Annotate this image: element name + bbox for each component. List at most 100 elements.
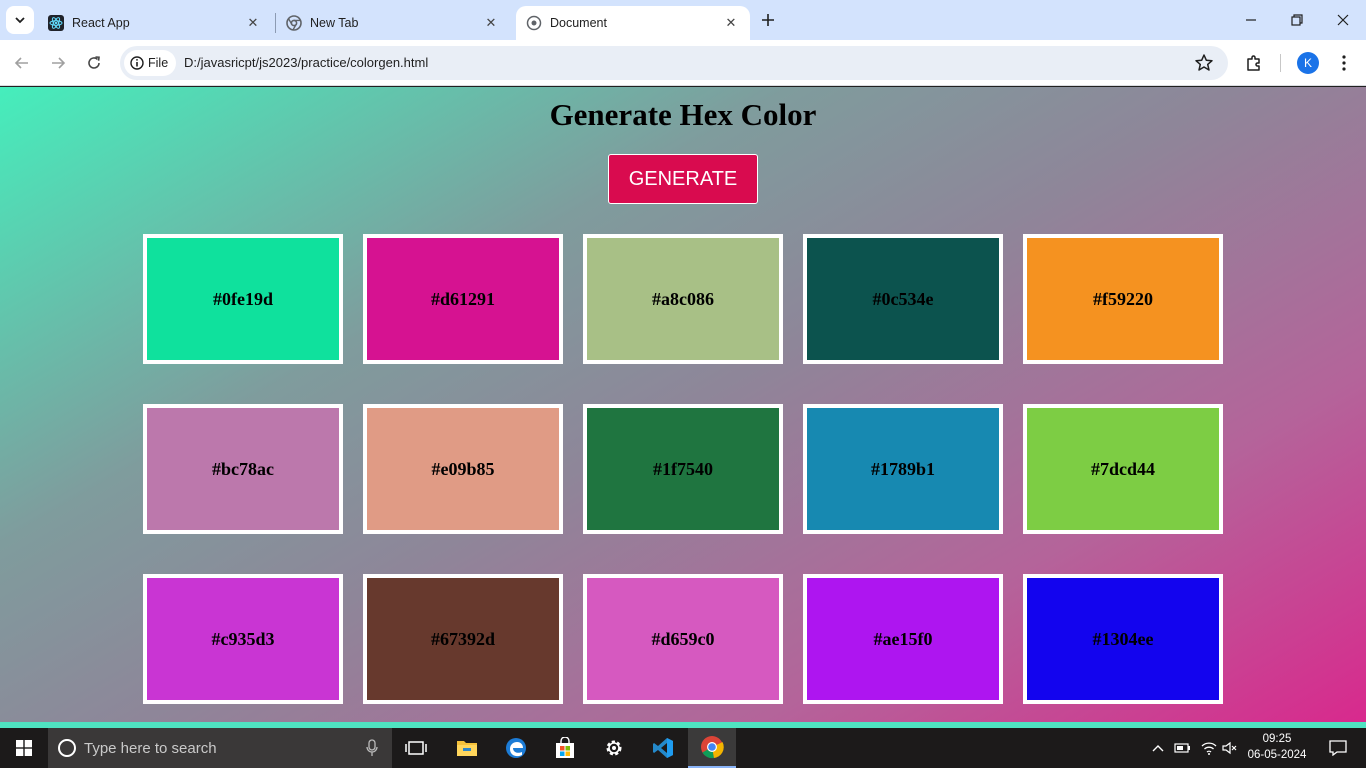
color-swatch[interactable]: #67392d (363, 574, 563, 704)
close-icon[interactable]: ✕ (244, 14, 262, 32)
tab-search-button[interactable] (6, 6, 34, 34)
browser-menu-button[interactable] (1330, 49, 1358, 77)
tab-document[interactable]: Document ✕ (516, 6, 750, 40)
color-swatch[interactable]: #ae15f0 (803, 574, 1003, 704)
globe-icon (526, 15, 542, 31)
plus-icon (762, 14, 774, 26)
volume-muted-icon[interactable] (1220, 728, 1240, 768)
color-swatch[interactable]: #f59220 (1023, 234, 1223, 364)
close-icon[interactable]: ✕ (722, 14, 740, 32)
close-window-button[interactable] (1320, 0, 1366, 40)
hex-code-label: #c935d3 (211, 628, 275, 649)
start-button[interactable] (0, 728, 48, 768)
hex-code-label: #1789b1 (870, 458, 935, 479)
arrow-right-icon (52, 57, 66, 69)
edge-icon[interactable] (492, 728, 540, 768)
kebab-menu-icon (1342, 55, 1346, 71)
minimize-icon (1246, 19, 1256, 21)
chrome-icon (286, 15, 302, 31)
extensions-button[interactable] (1240, 49, 1268, 77)
site-info-chip[interactable]: File (124, 50, 177, 76)
hex-code-label: #1f7540 (653, 458, 713, 479)
task-view-icon[interactable] (392, 728, 440, 768)
file-explorer-icon[interactable] (443, 728, 491, 768)
microphone-icon[interactable] (366, 739, 378, 757)
toolbar-divider (1280, 54, 1281, 72)
close-icon (1337, 14, 1349, 26)
chrome-taskbar-icon[interactable] (688, 728, 736, 768)
color-swatch[interactable]: #e09b85 (363, 404, 563, 534)
hex-code-label: #f59220 (1093, 288, 1153, 309)
store-icon[interactable] (541, 728, 589, 768)
hex-code-label: #1304ee (1092, 628, 1154, 649)
clock-time: 09:25 (1262, 733, 1292, 745)
browser-toolbar: File D:/javasricpt/js2023/practice/color… (0, 40, 1366, 86)
hex-code-label: #ae15f0 (873, 628, 933, 649)
color-swatch[interactable]: #d659c0 (583, 574, 783, 704)
forward-button[interactable] (44, 49, 72, 77)
reload-button[interactable] (80, 49, 108, 77)
bookmark-star-icon[interactable] (1194, 53, 1214, 73)
settings-icon[interactable] (590, 728, 638, 768)
color-swatch[interactable]: #d61291 (363, 234, 563, 364)
restore-icon (1291, 14, 1303, 26)
chevron-down-icon (15, 17, 25, 24)
new-tab-button[interactable] (756, 8, 780, 32)
page-title: Generate Hex Color (549, 97, 817, 132)
tab-title: Document (550, 16, 607, 30)
hex-code-label: #0fe19d (213, 288, 273, 309)
restore-button[interactable] (1274, 0, 1320, 40)
search-placeholder: Type here to search (84, 739, 217, 757)
color-swatch[interactable]: #7dcd44 (1023, 404, 1223, 534)
chevron-up-icon (1152, 745, 1164, 752)
tab-divider (275, 13, 276, 33)
chrome-icon (701, 736, 724, 759)
taskbar-search-box[interactable]: Type here to search (48, 728, 392, 768)
puzzle-icon (1247, 55, 1260, 71)
vscode-icon[interactable] (639, 728, 687, 768)
show-hidden-icons-button[interactable] (1148, 728, 1168, 768)
system-clock[interactable]: 09:25 06-05-2024 (1240, 731, 1314, 763)
color-swatch[interactable]: #1f7540 (583, 404, 783, 534)
hex-code-label: #d659c0 (651, 628, 715, 649)
close-icon[interactable]: ✕ (482, 14, 500, 32)
color-swatch[interactable]: #bc78ac (143, 404, 343, 534)
windows-taskbar: Type here to search 09:25 06-05-2024 (0, 728, 1366, 768)
color-swatch[interactable]: #1789b1 (803, 404, 1003, 534)
hex-code-label: #0c534e (872, 288, 934, 309)
color-swatch[interactable]: #0c534e (803, 234, 1003, 364)
color-grid: #0fe19d #d61291 #a8c086 #0c534e #f59220 … (143, 234, 1223, 704)
tab-new-tab[interactable]: New Tab ✕ (278, 6, 510, 40)
hex-code-label: #67392d (430, 628, 495, 649)
reload-icon (88, 56, 100, 69)
color-swatch[interactable]: #1304ee (1023, 574, 1223, 704)
search-icon (58, 739, 76, 757)
address-bar[interactable]: File D:/javasricpt/js2023/practice/color… (120, 46, 1228, 80)
wifi-icon[interactable] (1198, 728, 1220, 768)
windows-logo-icon (16, 740, 32, 756)
battery-icon[interactable] (1172, 728, 1194, 768)
back-button[interactable] (8, 49, 36, 77)
minimize-button[interactable] (1228, 0, 1274, 40)
info-icon (130, 56, 144, 70)
hex-code-label: #d61291 (430, 288, 495, 309)
tab-title: New Tab (310, 16, 359, 30)
notifications-button[interactable] (1320, 728, 1356, 768)
tab-react-app[interactable]: React App ✕ (40, 6, 272, 40)
profile-avatar[interactable]: K (1297, 52, 1319, 74)
page-viewport: Generate Hex Color GENERATE #0fe19d #d61… (0, 87, 1366, 728)
color-swatch[interactable]: #0fe19d (143, 234, 343, 364)
hex-code-label: #e09b85 (431, 458, 495, 479)
generate-button[interactable]: GENERATE (608, 154, 758, 204)
color-swatch[interactable]: #a8c086 (583, 234, 783, 364)
notification-icon (1329, 740, 1347, 756)
tab-strip: React App ✕ New Tab ✕ Document ✕ (0, 0, 1366, 40)
hex-code-label: #bc78ac (212, 458, 274, 479)
color-swatch[interactable]: #c935d3 (143, 574, 343, 704)
hex-code-label: #a8c086 (652, 288, 714, 309)
arrow-left-icon (14, 57, 28, 69)
url-text[interactable]: D:/javasricpt/js2023/practice/colorgen.h… (184, 55, 428, 70)
hex-code-label: #7dcd44 (1090, 458, 1155, 479)
site-chip-label: File (148, 56, 169, 70)
react-icon (48, 15, 64, 31)
